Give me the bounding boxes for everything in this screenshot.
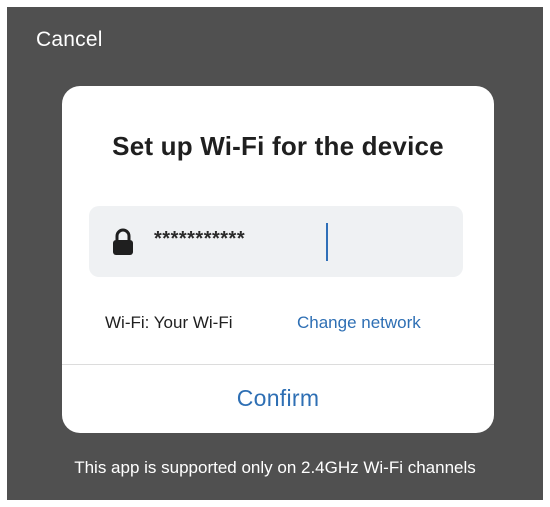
modal-backdrop: Cancel Set up Wi-Fi for the device *****… [7, 7, 543, 500]
confirm-button[interactable]: Confirm [62, 365, 494, 433]
cancel-button[interactable]: Cancel [36, 28, 103, 52]
wifi-setup-dialog: Set up Wi-Fi for the device *********** … [62, 86, 494, 433]
password-value: *********** [154, 228, 246, 250]
password-field[interactable]: *********** [89, 206, 463, 277]
lock-icon [113, 228, 133, 255]
wifi-support-note: This app is supported only on 2.4GHz Wi-… [74, 458, 476, 477]
text-cursor [326, 223, 328, 261]
current-wifi-label: Wi-Fi: Your Wi-Fi [105, 313, 233, 332]
dialog-title: Set up Wi-Fi for the device [112, 131, 444, 161]
change-network-link[interactable]: Change network [297, 313, 421, 333]
